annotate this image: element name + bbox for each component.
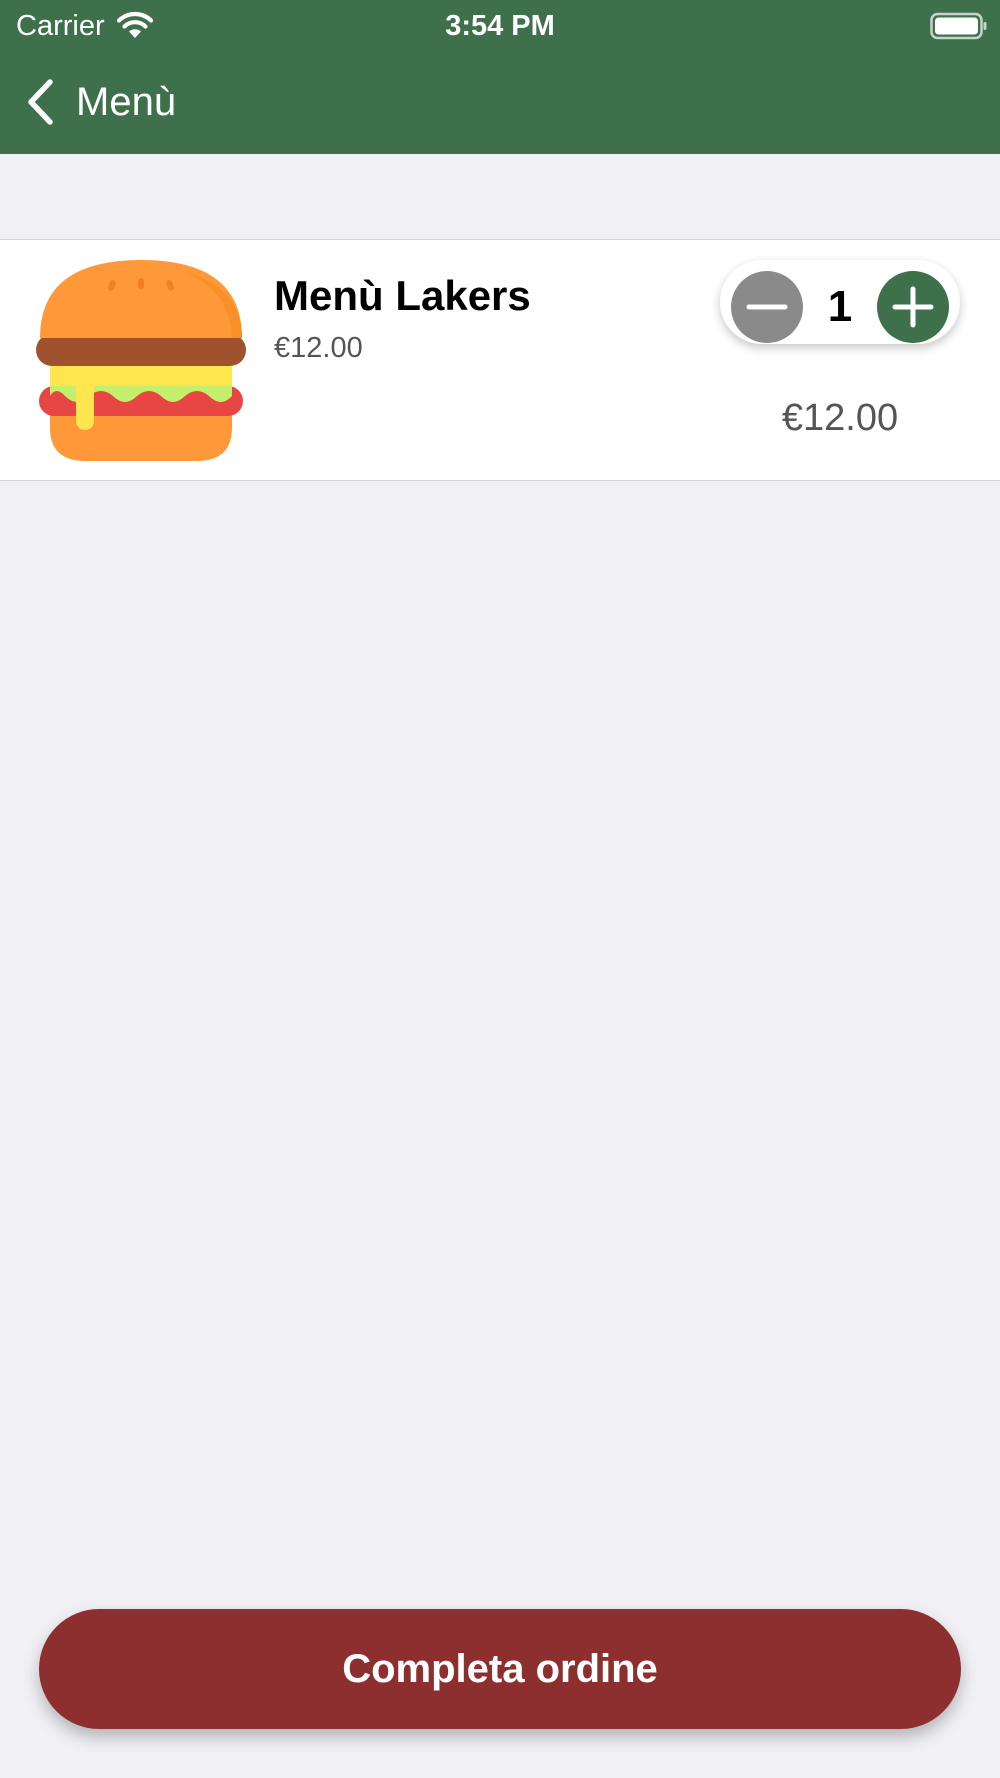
decrease-quantity-button[interactable] [731, 271, 803, 343]
item-name: Menù Lakers [274, 272, 531, 319]
cart-item-row: Menù Lakers €12.00 1 €12.00 [0, 239, 1000, 481]
battery-icon [930, 12, 987, 40]
back-button[interactable]: Menù [22, 72, 176, 132]
back-button-label: Menù [76, 80, 177, 124]
minus-icon [746, 304, 788, 310]
chevron-left-icon [28, 79, 53, 125]
burger-icon [36, 260, 246, 461]
status-time: 3:54 PM [445, 10, 555, 42]
navigation-header: Carrier 3:54 PM Menù [0, 0, 1000, 154]
item-unit-price: €12.00 [274, 332, 363, 364]
complete-order-button[interactable]: Completa ordine [39, 1609, 961, 1729]
plus-icon [892, 286, 934, 328]
quantity-value: 1 [827, 282, 853, 331]
increase-quantity-button[interactable] [877, 271, 949, 343]
quantity-stepper: 1 [720, 260, 960, 344]
item-total-price: €12.00 [781, 397, 899, 439]
